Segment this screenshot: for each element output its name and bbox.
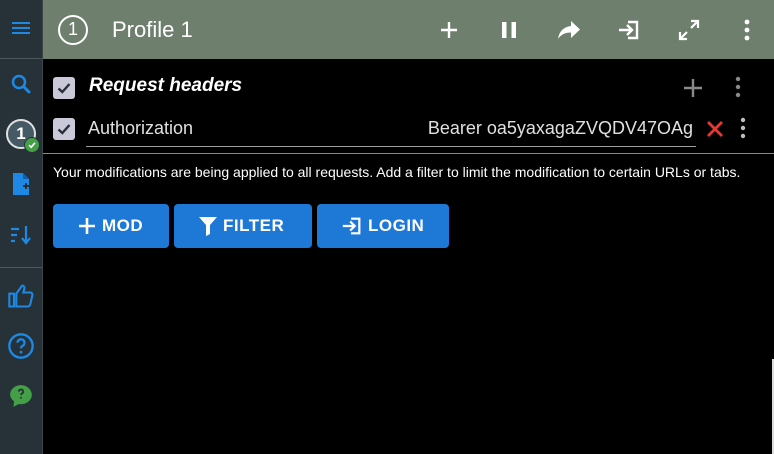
header-enabled-checkbox[interactable] [53,118,75,140]
section-title: Request headers [89,75,243,96]
add-mod-button[interactable]: MOD [53,204,169,248]
plus-icon [684,79,702,97]
action-buttons: MOD FILTER LOGIN [53,204,449,248]
menu-icon [12,22,30,34]
delete-header-button[interactable] [703,117,727,146]
login-icon [619,20,639,39]
kebab-icon [735,76,741,98]
request-headers-section: Request headers [43,59,774,117]
help-button[interactable] [0,324,42,368]
check-icon [57,83,71,94]
app-root: 1 1 Profile 1 Request headers Authorizat… [0,0,774,454]
sidebar-divider [0,58,42,59]
close-icon [707,121,723,137]
search-icon [11,74,31,94]
header-actions [419,0,774,59]
import-button[interactable] [599,0,659,59]
rate-button[interactable] [0,274,42,318]
plus-icon [77,216,97,236]
sidebar: 1 [0,0,43,454]
sidebar-profile-1[interactable]: 1 [0,112,42,156]
header-row-menu-button[interactable] [740,117,746,144]
chat-help-icon [10,385,32,407]
modification-notice: Your modifications are being applied to … [53,164,741,180]
mod-label: MOD [102,216,144,235]
thumbs-up-icon [8,284,34,308]
file-add-icon [13,173,29,195]
login-icon [341,215,363,237]
share-button[interactable] [539,0,599,59]
sort-button[interactable] [0,213,42,257]
page-title[interactable]: Profile 1 [112,17,193,43]
pause-button[interactable] [479,0,539,59]
sort-icon [11,226,31,245]
profile-avatar: 1 [6,119,40,153]
help-icon [8,333,34,359]
add-login-button[interactable]: LOGIN [317,204,449,248]
menu-button[interactable] [0,6,42,50]
header-value-field[interactable]: Bearer oa5yaxagaZVQDV47OAg [343,118,693,139]
check-icon [57,124,71,135]
active-check-icon [24,137,40,153]
login-label: LOGIN [368,216,425,235]
section-divider [43,153,774,154]
field-underline [86,146,696,147]
add-header-button[interactable] [681,76,705,105]
sidebar-divider [0,267,42,268]
header-name-field[interactable]: Authorization [88,118,193,139]
profile-number-icon: 1 [58,14,88,45]
more-menu-button[interactable] [719,0,774,59]
request-headers-checkbox[interactable] [53,77,75,99]
filter-label: FILTER [223,216,285,235]
pause-icon [502,21,516,38]
chat-button[interactable] [0,374,42,418]
main-content: Request headers Authorization Bearer oa5… [43,59,774,454]
add-profile-button[interactable] [0,162,42,206]
fullscreen-button[interactable] [659,0,719,59]
section-menu-button[interactable] [735,76,741,103]
kebab-icon [744,19,749,40]
header-row: Authorization Bearer oa5yaxagaZVQDV47OAg [43,111,774,153]
search-button[interactable] [0,62,42,106]
share-icon [558,20,580,39]
add-button[interactable] [419,0,479,59]
app-header: 1 Profile 1 [43,0,774,59]
kebab-icon [740,117,746,139]
add-filter-button[interactable]: FILTER [174,204,312,248]
fullscreen-icon [678,19,700,40]
header-profile-number: 1 [67,19,78,39]
filter-icon [198,215,218,237]
plus-icon [441,21,457,38]
